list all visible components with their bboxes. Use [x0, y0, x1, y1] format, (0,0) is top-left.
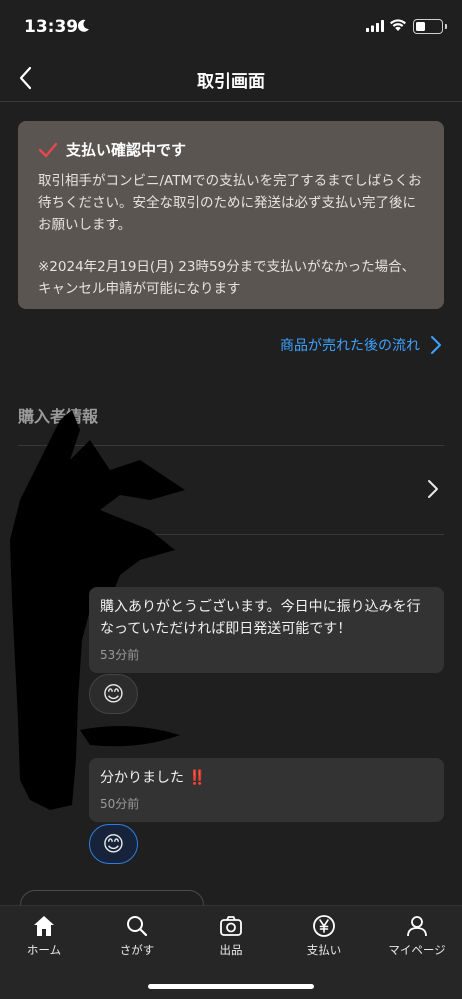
message-timestamp: 50分前 — [100, 797, 140, 811]
tab-search[interactable]: さがす — [97, 914, 177, 958]
home-icon — [34, 916, 54, 936]
chat-message: 分かりました ‼️ 50分前 — [89, 758, 444, 822]
chat-message: 購入ありがとうございます。今日中に振り込みを行なっていただければ即日発送可能です… — [89, 587, 444, 673]
tab-label: マイページ — [388, 943, 446, 957]
notice-header: 支払い確認中です — [38, 139, 426, 160]
moon-icon — [77, 19, 89, 32]
message-timestamp: 53分前 — [100, 648, 140, 662]
battery-level — [416, 22, 425, 31]
chevron-right-icon — [431, 336, 441, 354]
chevron-right-icon — [428, 480, 438, 498]
tab-sell[interactable]: 出品 — [191, 914, 271, 958]
yen-icon — [313, 915, 335, 937]
status-time: 13:39 — [24, 17, 79, 37]
signal-icon — [366, 20, 384, 32]
tab-label: さがす — [119, 943, 155, 957]
tab-label: ホーム — [26, 943, 62, 957]
tab-label: 出品 — [219, 943, 243, 957]
page-title: 取引画面 — [197, 72, 265, 92]
status-bar: 13:39 — [0, 0, 462, 56]
battery-icon — [413, 19, 447, 34]
tab-mypage[interactable]: マイページ — [377, 914, 457, 958]
smile-icon: 😊 — [102, 682, 125, 706]
camera-icon — [220, 916, 242, 936]
double-exclamation-icon: ‼️ — [188, 770, 206, 786]
reaction-button-active[interactable]: 😊 — [89, 824, 138, 864]
check-icon — [38, 142, 58, 157]
notice-body: 取引相手がコンビニ/ATMでの支払いを完了するまでしばらくお待ちください。安全な… — [38, 173, 422, 233]
after-sale-flow-link[interactable]: 商品が売れた後の流れ — [280, 335, 442, 355]
top-nav-bar: 取引画面 — [0, 56, 462, 102]
battery-nub — [444, 24, 447, 29]
person-icon — [407, 916, 427, 937]
smile-icon: 😊 — [102, 832, 125, 856]
message-text-line: 分かりました ‼️ — [100, 767, 434, 789]
wifi-icon — [390, 19, 406, 31]
notice-title: 支払い確認中です — [66, 141, 187, 159]
flow-link-label: 商品が売れた後の流れ — [280, 338, 420, 354]
tab-home[interactable]: ホーム — [4, 914, 84, 958]
reaction-button[interactable]: 😊 — [89, 674, 138, 714]
home-indicator — [148, 984, 314, 989]
search-icon — [127, 916, 148, 937]
tab-label: 支払い — [306, 943, 342, 957]
notice-deadline-note: ※2024年2月19日(月) 23時59分まで支払いがなかった場合、キャンセル申… — [38, 259, 416, 297]
message-text: 分かりました — [100, 770, 184, 786]
message-text: 購入ありがとうございます。今日中に振り込みを行なっていただければ即日発送可能です… — [100, 599, 421, 637]
tab-payment[interactable]: 支払い — [284, 914, 364, 958]
payment-status-notice: 支払い確認中です 取引相手がコンビニ/ATMでの支払いを完了するまでしばらくお待… — [18, 121, 444, 309]
